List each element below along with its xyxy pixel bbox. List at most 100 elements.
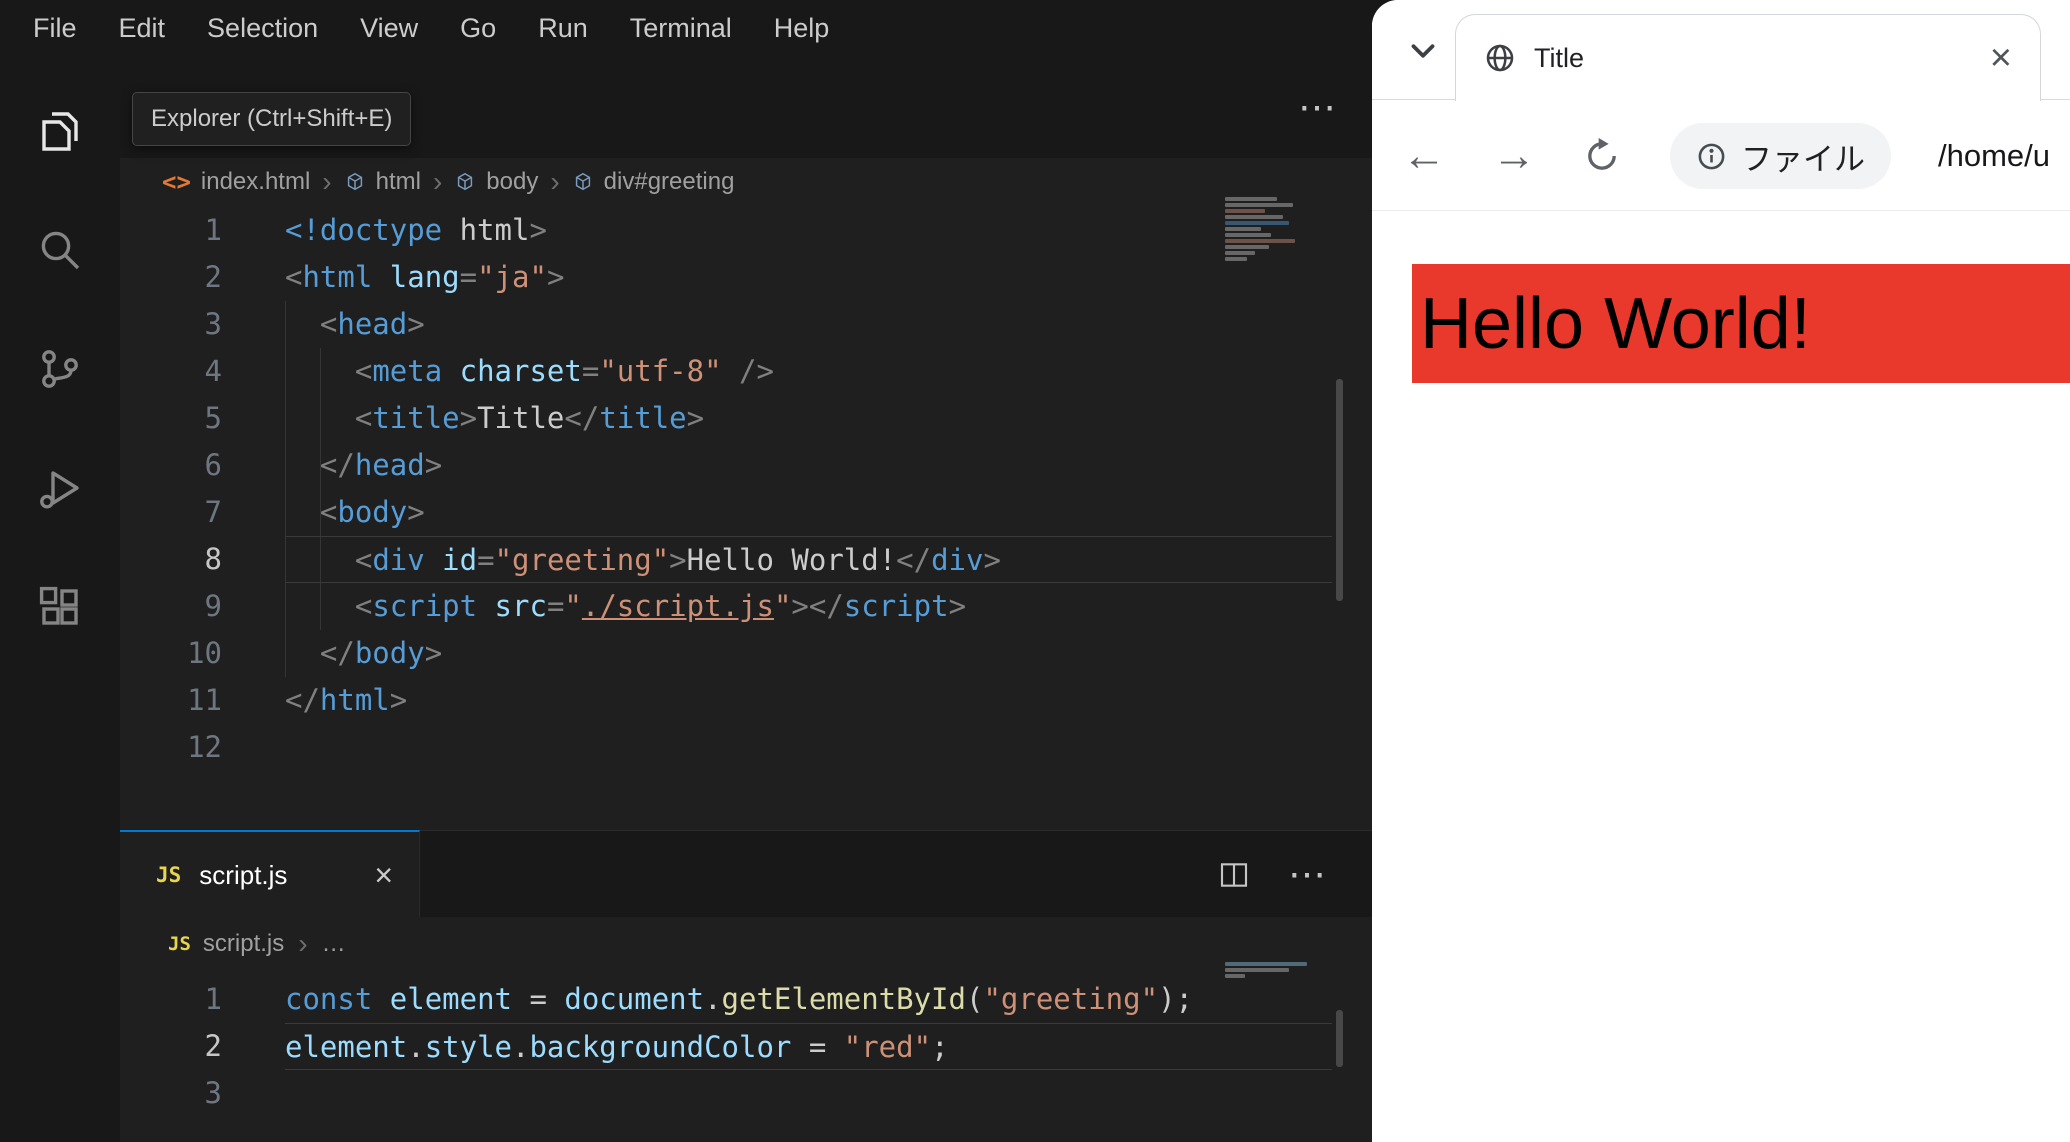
html-file-icon: <> (162, 167, 191, 196)
breadcrumb-div-greeting[interactable]: div#greeting (604, 168, 735, 196)
menu-help[interactable]: Help (753, 13, 851, 44)
files-icon (42, 111, 78, 151)
minimap[interactable] (1225, 197, 1313, 263)
browser-toolbar: ← → ファイル /home/u (1372, 101, 2070, 211)
line-number: 3 (204, 1076, 222, 1110)
menu-terminal[interactable]: Terminal (609, 13, 753, 44)
tab-script-js[interactable]: JS script.js × (120, 830, 420, 918)
address-bar[interactable]: /home/u (1938, 101, 2050, 211)
menu-bar: File Edit Selection View Go Run Terminal… (0, 0, 1372, 57)
code-text: <!doctype html> (285, 213, 547, 247)
symbol-cube-icon (458, 172, 473, 190)
breadcrumb-file[interactable]: index.html (201, 168, 310, 196)
code-text: <head> (319, 307, 425, 341)
code-text: element.style.backgroundColor = "red"; (285, 1023, 1332, 1070)
source-control-icon (42, 349, 78, 388)
code-text: </head> (319, 448, 443, 482)
code-line[interactable]: 7 <body> (120, 489, 1332, 536)
globe-favicon (1486, 44, 1514, 72)
reload-icon (1588, 138, 1616, 170)
chevron-right-icon: › (322, 165, 332, 197)
code-line[interactable]: 3 <head> (120, 301, 1332, 348)
menu-go[interactable]: Go (439, 13, 517, 44)
code-line[interactable]: 12 (120, 724, 1332, 771)
activity-bar (0, 57, 120, 1142)
back-button[interactable]: ← (1398, 101, 1450, 211)
url-text: /home/u (1938, 138, 2051, 173)
site-info-chip[interactable]: ファイル (1670, 123, 1891, 189)
code-line[interactable]: 2 element.style.backgroundColor = "red"; (120, 1023, 1332, 1070)
code-text: <body> (319, 495, 425, 529)
code-line[interactable]: 11 </html> (120, 677, 1332, 724)
reload-button[interactable] (1574, 101, 1630, 211)
explorer-tooltip: Explorer (Ctrl+Shift+E) (132, 92, 412, 146)
code-line[interactable]: 2 <html lang="ja"> (120, 254, 1332, 301)
activity-extensions[interactable] (0, 547, 120, 666)
panel-actions: ⋯ (1218, 831, 1328, 918)
breadcrumb-file[interactable]: script.js (203, 930, 284, 958)
hello-world-banner: Hello World! (1412, 264, 2070, 383)
breadcrumb-html[interactable]: html (376, 168, 421, 196)
more-actions-icon[interactable]: ⋯ (1288, 852, 1328, 897)
scrollbar-thumb[interactable] (1336, 1010, 1343, 1067)
browser-tab-strip: Title × (1372, 0, 2070, 101)
browser-window: Title × ← → ファイル /home/u Hello World! (1372, 0, 2070, 1142)
code-line[interactable]: 4 <meta charset="utf-8" /> (120, 348, 1332, 395)
split-editor-icon[interactable] (1218, 859, 1250, 891)
breadcrumb: <> index.html › html › body › div#greeti… (120, 158, 1372, 205)
tab-label: script.js (199, 859, 288, 890)
code-line[interactable]: 10 </body> (120, 630, 1332, 677)
symbol-cube-icon (347, 172, 362, 190)
chevron-right-icon: › (550, 165, 560, 197)
menu-file[interactable]: File (12, 13, 98, 44)
tab-search-button[interactable] (1398, 26, 1448, 76)
menu-selection[interactable]: Selection (186, 13, 339, 44)
forward-button[interactable]: → (1488, 101, 1540, 211)
code-line[interactable]: 3 (120, 1070, 1332, 1117)
hello-world-text: Hello World! (1420, 283, 1811, 364)
code-line[interactable]: 8 <div id="greeting">Hello World!</div> (120, 536, 1332, 583)
line-number: 3 (204, 307, 222, 341)
activity-run-debug[interactable] (0, 428, 120, 547)
close-icon[interactable]: × (1990, 39, 2012, 77)
code-line[interactable]: 6 </head> (120, 442, 1332, 489)
menu-view[interactable]: View (339, 13, 439, 44)
code-line[interactable]: 1 const element = document.getElementById… (120, 976, 1332, 1023)
code-line[interactable]: 1 <!doctype html> (120, 207, 1332, 254)
panel-tab-strip: JS script.js × ⋯ (120, 830, 1372, 918)
code-text: const element = document.getElementById(… (285, 982, 1193, 1016)
activity-source-control[interactable] (0, 309, 120, 428)
line-number: 4 (204, 354, 222, 388)
minimap[interactable] (1225, 962, 1313, 980)
tab-close-icon[interactable]: × (374, 859, 393, 891)
run-debug-icon (40, 470, 79, 508)
code-text: <meta charset="utf-8" /> (354, 354, 774, 388)
line-number: 1 (204, 213, 222, 247)
line-number: 10 (187, 636, 222, 670)
code-text: </body> (319, 636, 443, 670)
code-line[interactable]: 9 <script src="./script.js"></script> (120, 583, 1332, 630)
code-line[interactable]: 5 <title>Title</title> (120, 395, 1332, 442)
activity-explorer[interactable] (0, 71, 120, 190)
line-number: 1 (204, 982, 222, 1016)
browser-page: Hello World! (1372, 212, 2070, 1142)
menu-run[interactable]: Run (517, 13, 609, 44)
line-number: 7 (204, 495, 222, 529)
js-code-editor[interactable]: 1 const element = document.getElementById… (120, 976, 1332, 1117)
editor-more-actions-icon[interactable]: ⋯ (1298, 57, 1338, 158)
scrollbar-thumb[interactable] (1336, 379, 1343, 601)
chip-label: ファイル (1741, 141, 1865, 177)
vscode-window: File Edit Selection View Go Run Terminal… (0, 0, 1372, 1142)
code-text: <title>Title</title> (354, 401, 705, 435)
line-number: 5 (204, 401, 222, 435)
line-number: 2 (204, 260, 222, 294)
breadcrumb-body[interactable]: body (486, 168, 538, 196)
html-code-editor[interactable]: 1 <!doctype html> 2 <html lang="ja"> 3 <head… (120, 207, 1332, 771)
line-number: 2 (204, 1029, 222, 1063)
breadcrumb-more[interactable]: … (322, 930, 346, 958)
line-number: 8 (204, 542, 222, 576)
browser-tab[interactable]: Title × (1455, 14, 2041, 101)
menu-edit[interactable]: Edit (98, 13, 187, 44)
activity-search[interactable] (0, 190, 120, 309)
